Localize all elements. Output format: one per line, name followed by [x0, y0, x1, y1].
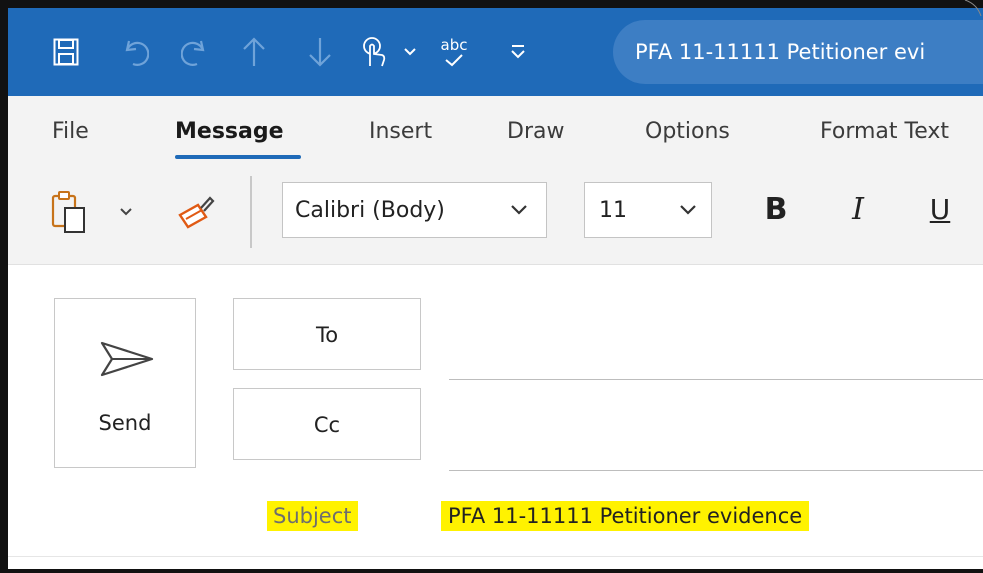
to-field[interactable] — [449, 379, 983, 380]
chevron-down-icon — [680, 205, 696, 215]
format-painter-icon[interactable] — [172, 190, 220, 234]
tab-draw[interactable]: Draw — [507, 96, 564, 168]
undo-icon[interactable] — [116, 8, 156, 96]
save-icon[interactable] — [46, 8, 86, 96]
body-divider — [8, 556, 983, 557]
bold-button[interactable]: B — [756, 182, 796, 238]
font-size-value: 11 — [599, 197, 627, 223]
send-button[interactable]: Send — [54, 298, 196, 468]
arrow-up-icon[interactable] — [236, 8, 272, 96]
menu-bar: File Message Insert Draw Options Format … — [8, 96, 983, 168]
window-title-text: PFA 11-11111 Petitioner evi — [635, 40, 926, 64]
tab-format-text[interactable]: Format Text — [820, 96, 949, 168]
to-button[interactable]: To — [233, 298, 421, 370]
chevron-down-icon — [511, 205, 527, 215]
touch-mode-icon[interactable] — [354, 8, 396, 96]
tab-options[interactable]: Options — [645, 96, 730, 168]
subject-label: Subject — [267, 501, 358, 531]
touch-mode-dropdown-icon[interactable] — [398, 8, 422, 96]
italic-button[interactable]: I — [838, 182, 878, 238]
window-corner-mark — [964, 0, 982, 16]
ribbon-separator — [250, 176, 252, 248]
tab-insert[interactable]: Insert — [369, 96, 432, 168]
ribbon: Calibri (Body) 11 B I U — [8, 168, 983, 265]
font-name-value: Calibri (Body) — [295, 197, 445, 223]
active-tab-indicator — [175, 155, 301, 159]
outlook-compose-window: abc PFA 11-11111 Petitioner evi File Mes… — [0, 0, 983, 573]
paste-icon[interactable] — [46, 186, 92, 238]
spelling-label: abc — [440, 36, 468, 54]
redo-icon[interactable] — [174, 8, 214, 96]
title-bar: abc PFA 11-11111 Petitioner evi — [8, 8, 983, 96]
paste-dropdown-icon[interactable] — [114, 198, 138, 226]
tab-file[interactable]: File — [52, 96, 89, 168]
window-title: PFA 11-11111 Petitioner evi — [613, 20, 983, 84]
send-icon — [100, 341, 154, 377]
subject-field[interactable]: PFA 11-11111 Petitioner evidence — [441, 501, 810, 531]
underline-button[interactable]: U — [920, 182, 960, 238]
font-size-dropdown[interactable]: 11 — [584, 182, 712, 238]
arrow-down-icon[interactable] — [302, 8, 338, 96]
font-name-dropdown[interactable]: Calibri (Body) — [282, 182, 547, 238]
cc-field[interactable] — [449, 470, 983, 471]
cc-button[interactable]: Cc — [233, 388, 421, 460]
send-label: Send — [98, 411, 152, 435]
spelling-icon[interactable]: abc — [432, 8, 476, 96]
customize-toolbar-icon[interactable] — [498, 8, 538, 96]
